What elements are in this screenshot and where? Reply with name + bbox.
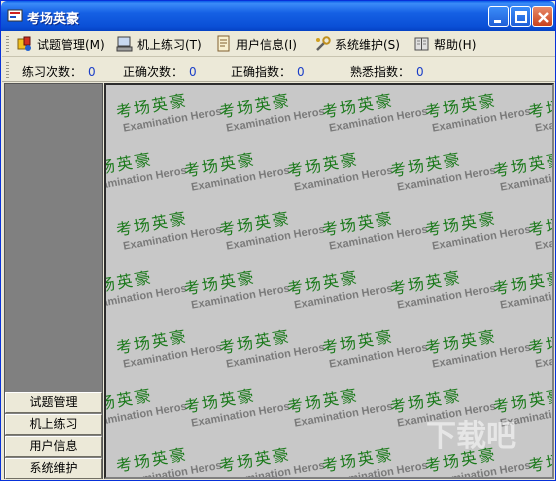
watermark-cn-text: 考场英豪 [526,326,554,358]
menu-exam-manage-label: 试题管理(M) [37,37,105,52]
watermark-tile: 考场英豪Examination Heros [182,376,291,430]
watermark-cn-text: 考场英豪 [526,444,554,476]
watermark-tile: 考场英豪Examination Heros [526,317,554,371]
computer-practice-icon [116,36,133,52]
watermark-tile: 考场英豪Examination Heros [320,85,429,135]
watermark-tile: 考场英豪Examination Heros [285,376,394,430]
toolbar-grip[interactable] [6,36,9,53]
watermark-cn-text: 考场英豪 [526,90,554,122]
stat-value: 0 [189,65,197,79]
stats-bar: 练习次数： 0 正确次数： 0 正确指数： 0 熟悉指数： 0 [2,58,555,82]
watermark-tile: 考场英豪Examination Heros [217,85,326,135]
system-maintenance-icon [316,36,331,51]
watermark-tile: 考场英豪Examination Heros [217,317,326,371]
stat-correct-index: 正确指数： 0 [231,63,305,80]
app-icon [7,8,23,24]
watermark-tile: 考场英豪Examination Heros [106,258,187,312]
watermark-tile: 考场英豪Examination Heros [526,85,554,135]
watermark-tile: 考场英豪Examination Heros [320,199,429,253]
watermark-tile: 考场英豪Examination Heros [217,435,326,477]
menu-user-info[interactable]: 用户信息(I) [215,34,297,54]
minimize-button[interactable] [488,6,509,27]
nav-exam-manage-button[interactable]: 试题管理 [5,392,102,413]
maximize-button[interactable] [510,6,531,27]
toolbar-grip[interactable] [6,62,9,79]
menu-bar: 试题管理(M) 机上练习(T) 用户信息(I) 系统维护(S) 帮助(H) [2,31,555,57]
watermark-tile: 考场英豪Examination Heros [423,199,532,253]
watermark-cn-text: 考场英豪 [526,208,554,240]
app-window: 考场英豪 试题管理(M) 机上练习(T) 用户信息(I) 系统维护(S) 帮助(… [0,0,556,481]
watermark-tile: 考场英豪Examination Heros [491,140,552,194]
stat-label: 正确次数： [123,65,184,79]
menu-user-info-label: 用户信息(I) [236,37,297,52]
watermark-tile: 考场英豪Examination Heros [423,85,532,135]
nav-system-maintenance-button[interactable]: 系统维护 [5,458,102,479]
watermark-tile: 考场英豪Examination Heros [491,258,552,312]
watermark-tile: 考场英豪Examination Heros [423,317,532,371]
user-info-icon [217,35,230,52]
exam-manage-icon [17,36,31,51]
watermark-tile: 考场英豪Examination Heros [106,140,187,194]
watermark-tile: 考场英豪Examination Heros [114,317,223,371]
nav-user-info-button[interactable]: 用户信息 [5,436,102,457]
menu-help[interactable]: 帮助(H) [413,34,476,54]
menu-computer-practice-label: 机上练习(T) [137,37,202,52]
watermark-tile: 考场英豪Examination Heros [114,199,223,253]
stat-correct-count: 正确次数： 0 [123,63,197,80]
menu-computer-practice[interactable]: 机上练习(T) [116,34,202,54]
watermark-tile: 考场英豪Examination Heros [217,199,326,253]
stat-label: 正确指数： [231,65,292,79]
watermark-tile: 考场英豪Examination Heros [114,85,223,135]
stat-value: 0 [88,65,96,79]
watermark-tile: 考场英豪Examination Heros [388,258,497,312]
watermark-tile: 考场英豪Examination Heros [526,435,554,477]
watermark-tile: 考场英豪Examination Heros [285,258,394,312]
stat-value: 0 [416,65,424,79]
window-title: 考场英豪 [27,12,80,27]
menu-system-maintenance-label: 系统维护(S) [335,37,400,52]
watermark-tile: 考场英豪Examination Heros [285,140,394,194]
help-book-icon [414,37,429,51]
watermark-tile: 考场英豪Examination Heros [320,317,429,371]
title-bar[interactable]: 考场英豪 [1,1,555,31]
stat-value: 0 [297,65,305,79]
menu-help-label: 帮助(H) [434,37,477,52]
watermark-tile: 考场英豪Examination Heros [388,140,497,194]
watermark-tile: 考场英豪Examination Heros [182,140,291,194]
watermark-tile: 考场英豪Examination Heros [526,199,554,253]
menu-exam-manage[interactable]: 试题管理(M) [16,34,105,54]
watermark-tile: 考场英豪Examination Heros [182,258,291,312]
stat-label: 熟悉指数： [350,65,411,79]
watermark-tile: 考场英豪Examination Heros [320,435,429,477]
stat-practice-count: 练习次数： 0 [22,63,96,80]
stat-label: 练习次数： [22,65,83,79]
watermark-tile: 考场英豪Examination Heros [114,435,223,477]
corner-logo-watermark: 下载吧 [426,419,516,454]
watermark-tile: 考场英豪Examination Heros [106,376,187,430]
left-nav-pane: 试题管理 机上练习 用户信息 系统维护 [4,83,103,479]
close-button[interactable] [532,6,553,27]
nav-computer-practice-button[interactable]: 机上练习 [5,414,102,435]
stat-familiarity-index: 熟悉指数： 0 [350,63,424,80]
menu-system-maintenance[interactable]: 系统维护(S) [314,34,400,54]
